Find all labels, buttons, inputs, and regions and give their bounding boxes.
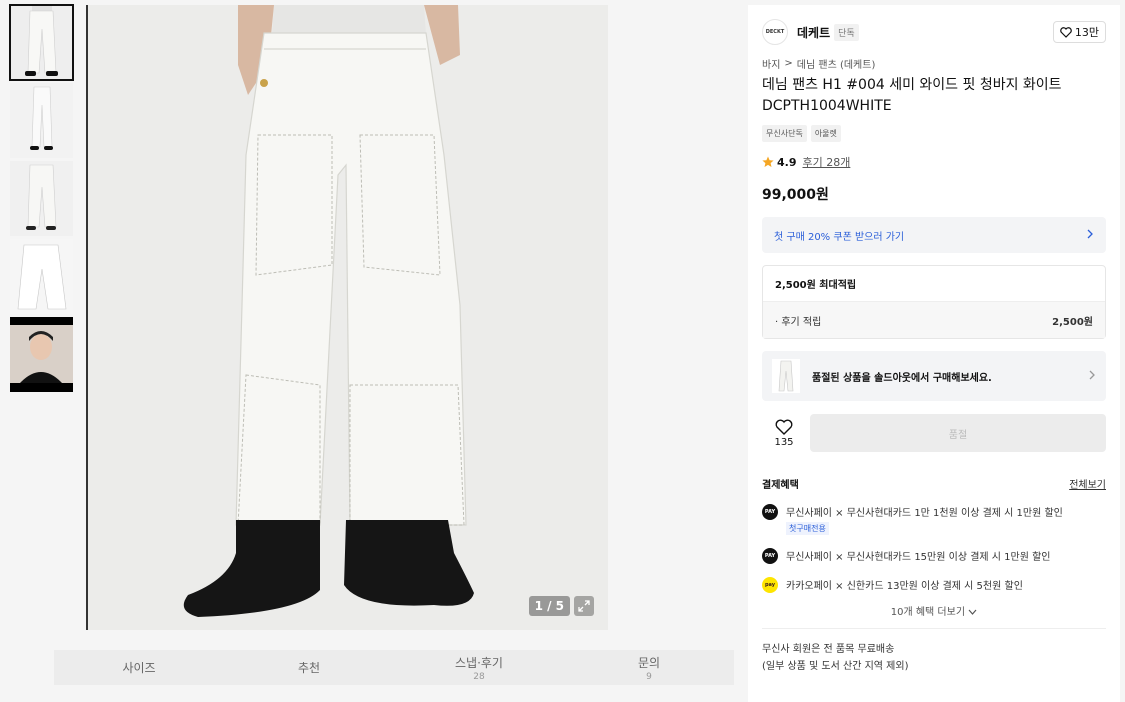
pants-photo xyxy=(88,5,608,630)
tab-label: 문의 xyxy=(637,655,661,670)
brand-like-count: 13만 xyxy=(1074,26,1099,39)
star-icon xyxy=(762,156,774,167)
rating-row: 4.9 후기 28개 xyxy=(762,154,1106,170)
thumbnail-2[interactable] xyxy=(10,83,73,158)
heart-icon xyxy=(1060,26,1072,38)
breadcrumb-level1[interactable]: 바지 xyxy=(762,56,780,71)
benefit-item: PAY 무신사페이 × 무신사현대카드 1만 1천원 이상 결제 시 1만원 할… xyxy=(762,504,1106,535)
benefit-text: 무신사페이 × 무신사현대카드 15만원 이상 결제 시 1만원 할인 xyxy=(786,552,1051,563)
shipping-line2: (일부 상품 및 도서 산간 지역 제외) xyxy=(762,661,909,672)
brand-name[interactable]: 데케트 xyxy=(797,24,830,41)
benefits-title: 결제혜택 xyxy=(762,480,799,491)
soldout-banner[interactable]: 품절된 상품을 솔드아웃에서 구매해보세요. xyxy=(762,351,1106,401)
product-page: 1 / 5 사이즈 추천 스냅·후기 28 문의 9 DECKT 데케트 단독 xyxy=(0,0,1125,702)
thumbnail-2-image xyxy=(10,83,73,158)
tab-snap-review[interactable]: 스냅·후기 28 xyxy=(394,650,564,685)
brand-like-button[interactable]: 13만 xyxy=(1052,21,1106,43)
thumbnail-5-image xyxy=(10,317,73,392)
chevron-right-icon xyxy=(1089,370,1096,383)
benefit-text: 카카오페이 × 신한카드 13만원 이상 결제 시 5천원 할인 xyxy=(786,581,1023,592)
first-purchase-coupon-banner[interactable]: 첫 구매 20% 쿠폰 받으러 가기 xyxy=(762,217,1106,253)
brand-logo[interactable]: DECKT xyxy=(762,19,788,45)
points-row-label: · 후기 적립 xyxy=(775,316,822,328)
thumbnail-5[interactable] xyxy=(10,317,73,392)
tab-label: 추천 xyxy=(297,661,321,675)
benefit-item: pay 카카오페이 × 신한카드 13만원 이상 결제 시 5천원 할인 xyxy=(762,577,1106,593)
coupon-text: 첫 구매 20% 쿠폰 받으러 가기 xyxy=(774,231,905,243)
divider xyxy=(762,628,1106,629)
benefit-tag: 첫구매전용 xyxy=(786,522,829,535)
musinsa-pay-icon: PAY xyxy=(762,504,778,520)
review-count-link[interactable]: 후기 28개 xyxy=(803,154,851,170)
product-badges: 무신사단독 아울렛 xyxy=(762,125,1106,142)
thumbnail-4[interactable] xyxy=(10,239,73,314)
chevron-down-icon xyxy=(968,609,977,615)
thumbnail-1-image xyxy=(10,5,73,80)
main-product-image[interactable]: 1 / 5 xyxy=(86,5,608,630)
kakao-pay-icon: pay xyxy=(762,577,778,593)
product-like-count: 135 xyxy=(774,436,794,448)
heart-icon xyxy=(775,419,793,435)
musinsa-pay-icon: PAY xyxy=(762,548,778,564)
image-counter: 1 / 5 xyxy=(528,596,570,616)
purchase-row: 135 품절 xyxy=(762,414,1106,452)
chevron-right-icon: > xyxy=(784,58,793,69)
thumbnail-3-image xyxy=(10,161,73,236)
more-benefits-button[interactable]: 10개 혜택 더보기 xyxy=(762,603,1106,618)
tab-count: 9 xyxy=(646,671,652,682)
points-header: 2,500원 최대적립 xyxy=(763,266,1105,302)
thumbnail-1[interactable] xyxy=(9,4,74,81)
breadcrumb: 바지 > 데님 팬츠 (데케트) xyxy=(762,56,1106,71)
benefits-header: 결제혜택 전체보기 xyxy=(762,476,1106,491)
tab-recommend[interactable]: 추천 xyxy=(224,650,394,685)
soldout-thumbnail xyxy=(772,359,800,393)
chevron-right-icon xyxy=(1087,229,1094,242)
more-benefits-label: 10개 혜택 더보기 xyxy=(890,607,966,618)
shipping-info: 무신사 회원은 전 품목 무료배송 (일부 상품 및 도서 산간 지역 제외) xyxy=(762,641,1106,675)
tab-label: 사이즈 xyxy=(122,661,156,675)
soldout-button[interactable]: 품절 xyxy=(810,414,1106,452)
benefit-text: 무신사페이 × 무신사현대카드 1만 1천원 이상 결제 시 1만원 할인 xyxy=(786,508,1063,519)
points-row-value: 2,500원 xyxy=(1052,316,1093,328)
view-all-link[interactable]: 전체보기 xyxy=(1069,476,1106,491)
brand-row: DECKT 데케트 단독 13만 xyxy=(762,19,1106,45)
rating-score: 4.9 xyxy=(777,155,797,169)
tab-label: 스냅·후기 xyxy=(455,655,503,670)
badge-outlet: 아울렛 xyxy=(810,125,841,142)
product-info-panel: DECKT 데케트 단독 13만 바지 > 데님 팬츠 (데케트) 데님 팬츠 … xyxy=(748,5,1120,702)
tab-inquiry[interactable]: 문의 9 xyxy=(564,650,734,685)
soldout-text: 품절된 상품을 솔드아웃에서 구매해보세요. xyxy=(812,372,992,384)
product-like-button[interactable]: 135 xyxy=(762,419,806,448)
points-box: 2,500원 최대적립 · 후기 적립 2,500원 xyxy=(762,265,1106,339)
thumbnail-list xyxy=(9,4,74,395)
expand-icon[interactable] xyxy=(574,596,594,616)
breadcrumb-level2[interactable]: 데님 팬츠 (데케트) xyxy=(797,56,876,71)
tab-size[interactable]: 사이즈 xyxy=(54,650,224,685)
shipping-line1: 무신사 회원은 전 품목 무료배송 xyxy=(762,644,895,655)
benefit-item: PAY 무신사페이 × 무신사현대카드 15만원 이상 결제 시 1만원 할인 xyxy=(762,548,1106,564)
thumbnail-3[interactable] xyxy=(10,161,73,236)
thumbnail-4-image xyxy=(10,239,73,314)
payment-benefits: 결제혜택 전체보기 PAY 무신사페이 × 무신사현대카드 1만 1천원 이상 … xyxy=(762,476,1106,618)
product-title: 데님 팬츠 H1 #004 세미 와이드 핏 청바지 화이트 DCPTH1004… xyxy=(762,77,1062,114)
points-row: · 후기 적립 2,500원 xyxy=(763,302,1105,338)
badge-exclusive: 무신사단독 xyxy=(762,125,807,142)
product-price: 99,000원 xyxy=(762,187,829,203)
brand-exclusive-tag: 단독 xyxy=(834,23,859,41)
product-tabs: 사이즈 추천 스냅·후기 28 문의 9 xyxy=(54,650,734,685)
tab-count: 28 xyxy=(473,671,485,682)
